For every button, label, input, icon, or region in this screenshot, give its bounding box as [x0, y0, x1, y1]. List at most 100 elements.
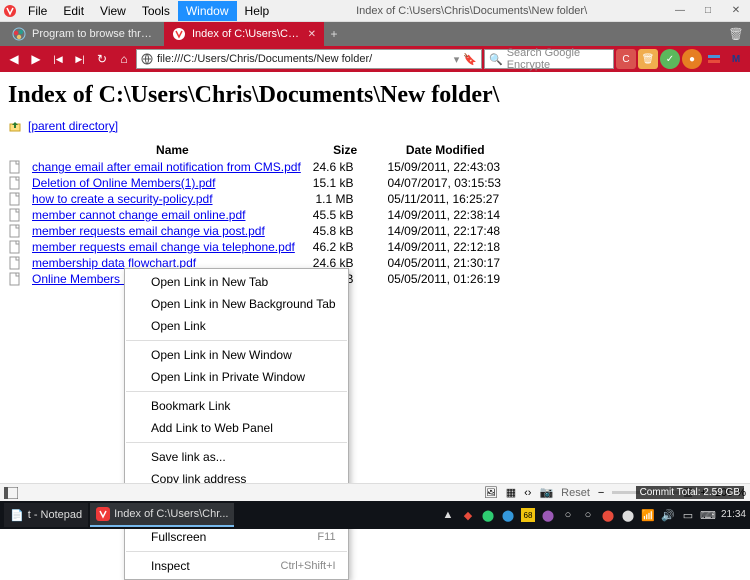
close-button[interactable]: ✕ — [722, 0, 750, 22]
parent-directory-link[interactable]: [parent directory] — [28, 119, 118, 133]
col-date[interactable]: Date Modified — [378, 141, 513, 159]
bookmark-icon[interactable]: 🔖 — [463, 53, 477, 66]
col-name[interactable]: Name — [32, 141, 313, 159]
url-text: file:///C:/Users/Chris/Documents/New fol… — [157, 53, 450, 65]
ctx-fullscreen[interactable]: FullscreenF11 — [125, 526, 348, 548]
tray-volume-icon[interactable]: 🔊 — [661, 508, 675, 522]
ext-button-1[interactable]: C — [616, 49, 636, 69]
capture-icon[interactable]: 📷 — [539, 486, 553, 499]
file-link[interactable]: member requests email change via telepho… — [32, 240, 295, 254]
tray-network-icon[interactable]: 📶 — [641, 508, 655, 522]
tab-1[interactable]: Index of C:\Users\Chris\Doc ✕ — [164, 22, 324, 46]
search-field[interactable]: 🔍 Search Google Encrypte — [484, 49, 614, 69]
file-link[interactable]: member cannot change email online.pdf — [32, 208, 245, 222]
file-date: 14/09/2011, 22:38:14 — [378, 207, 513, 223]
tray-icon[interactable]: ○ — [581, 508, 595, 522]
dropdown-icon[interactable]: ▾ — [454, 53, 460, 66]
tray-icon[interactable]: 68 — [521, 508, 535, 522]
tile-icon[interactable]: ▦ — [506, 486, 516, 499]
col-size[interactable]: Size — [313, 141, 378, 159]
address-bar: ◀ ▶ |◀ ▶| ↻ ⌂ file:///C:/Users/Chris/Doc… — [0, 46, 750, 72]
tray-icon[interactable]: ▭ — [681, 508, 695, 522]
ext-button-2[interactable]: 🗑 — [638, 49, 658, 69]
tray-icon[interactable]: ⬤ — [541, 508, 555, 522]
window-controls: — □ ✕ — [666, 0, 750, 22]
ext-button-3[interactable]: ✓ — [660, 49, 680, 69]
tray-icon[interactable]: ▲ — [441, 508, 455, 522]
main-menu: File Edit View Tools Window Help — [20, 1, 277, 21]
menu-edit[interactable]: Edit — [55, 1, 92, 21]
tray-icon[interactable]: ⬤ — [621, 508, 635, 522]
menu-help[interactable]: Help — [237, 1, 278, 21]
tray-icon[interactable]: ⬤ — [481, 508, 495, 522]
table-row: change email after email notification fr… — [8, 159, 513, 175]
file-link[interactable]: change email after email notification fr… — [32, 160, 301, 174]
home-button[interactable]: ⌂ — [114, 49, 134, 69]
menu-tools[interactable]: Tools — [134, 1, 178, 21]
site-info-icon[interactable] — [141, 53, 153, 65]
file-icon — [8, 159, 32, 175]
file-date: 15/09/2011, 22:43:03 — [378, 159, 513, 175]
back-button[interactable]: ◀ — [4, 49, 24, 69]
zoom-reset[interactable]: Reset — [561, 487, 590, 499]
trash-tabs-button[interactable]: 🗑 — [726, 22, 746, 46]
ctx-save-link-as[interactable]: Save link as... — [125, 446, 348, 468]
ctx-bookmark-link[interactable]: Bookmark Link — [125, 395, 348, 417]
menu-window[interactable]: Window — [178, 1, 237, 21]
file-icon — [8, 271, 32, 287]
tab-close-icon[interactable]: ✕ — [308, 29, 316, 40]
url-field[interactable]: file:///C:/Users/Chris/Documents/New fol… — [136, 49, 482, 69]
zoom-out-button[interactable]: − — [598, 487, 604, 499]
file-listing-table: Name Size Date Modified change email aft… — [8, 141, 513, 287]
vivaldi-icon — [96, 507, 110, 521]
fastforward-button[interactable]: ▶| — [70, 49, 90, 69]
file-date: 04/07/2017, 03:15:53 — [378, 175, 513, 191]
ext-button-6[interactable]: M — [726, 49, 746, 69]
page-actions-icon[interactable]: ‹› — [524, 487, 531, 499]
ext-button-5[interactable] — [704, 49, 724, 69]
maximize-button[interactable]: □ — [694, 0, 722, 22]
search-placeholder: Search Google Encrypte — [507, 47, 609, 71]
reload-button[interactable]: ↻ — [92, 49, 112, 69]
tray-icon[interactable]: ○ — [561, 508, 575, 522]
new-tab-button[interactable]: + — [324, 22, 344, 46]
ctx-open-new-tab[interactable]: Open Link in New Tab — [125, 271, 348, 293]
ctx-open-private[interactable]: Open Link in Private Window — [125, 366, 348, 388]
images-toggle-icon[interactable]: 🖼 — [484, 486, 498, 499]
rewind-button[interactable]: |◀ — [48, 49, 68, 69]
vivaldi-logo[interactable] — [0, 1, 20, 21]
tab-label: Program to browse through — [32, 28, 156, 40]
file-size: 24.6 kB — [313, 159, 378, 175]
menu-view[interactable]: View — [92, 1, 134, 21]
globe-icon — [12, 27, 26, 41]
search-icon: 🔍 — [489, 53, 503, 66]
taskbar-item-notepad[interactable]: 📄 t - Notepad — [4, 503, 88, 527]
taskbar-label: t - Notepad — [28, 509, 82, 521]
vivaldi-icon — [172, 27, 186, 41]
forward-button[interactable]: ▶ — [26, 49, 46, 69]
tab-bar: Program to browse through Index of C:\Us… — [0, 22, 750, 46]
tab-0[interactable]: Program to browse through — [4, 22, 164, 46]
tray-keyboard-icon[interactable]: ⌨ — [701, 508, 715, 522]
ctx-open-bg-tab[interactable]: Open Link in New Background Tab — [125, 293, 348, 315]
panel-toggle-icon[interactable] — [4, 487, 18, 499]
ctx-inspect[interactable]: InspectCtrl+Shift+I — [125, 555, 348, 577]
ctx-web-panel[interactable]: Add Link to Web Panel — [125, 417, 348, 439]
taskbar-clock[interactable]: 21:34 — [721, 510, 746, 520]
tray-icon[interactable]: ⬤ — [601, 508, 615, 522]
file-link[interactable]: how to create a security-policy.pdf — [32, 192, 213, 206]
table-row: member cannot change email online.pdf45.… — [8, 207, 513, 223]
table-row: how to create a security-policy.pdf1.1 M… — [8, 191, 513, 207]
menu-file[interactable]: File — [20, 1, 55, 21]
taskbar-item-vivaldi[interactable]: Index of C:\Users\Chr... — [90, 503, 234, 527]
file-link[interactable]: Deletion of Online Members(1).pdf — [32, 176, 215, 190]
tray-icon[interactable]: ◆ — [461, 508, 475, 522]
file-link[interactable]: member requests email change via post.pd… — [32, 224, 265, 238]
file-date: 05/05/2011, 01:26:19 — [378, 271, 513, 287]
table-row: Deletion of Online Members(1).pdf15.1 kB… — [8, 175, 513, 191]
ctx-open-link[interactable]: Open Link — [125, 315, 348, 337]
tray-icon[interactable]: ⬤ — [501, 508, 515, 522]
ctx-open-new-window[interactable]: Open Link in New Window — [125, 344, 348, 366]
minimize-button[interactable]: — — [666, 0, 694, 22]
ext-button-4[interactable]: ● — [682, 49, 702, 69]
